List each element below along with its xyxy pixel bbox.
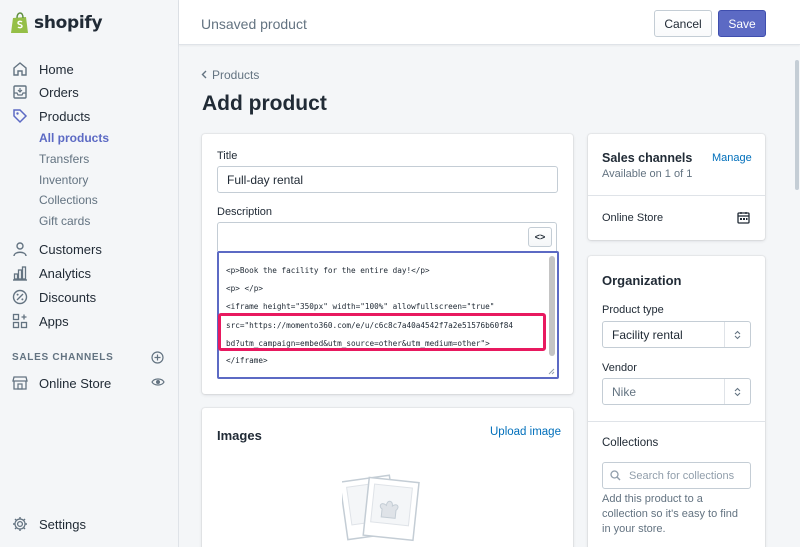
editor-toolbar: <> [217, 222, 557, 251]
url-highlight-box [218, 313, 546, 351]
collections-help-line: in your store. [602, 523, 666, 535]
organization-card: Organization Product type Facility renta… [588, 256, 765, 547]
sidebar-item-orders[interactable]: Orders [12, 84, 79, 100]
select-arrows-icon [724, 322, 750, 347]
code-line: <iframe height="350px" width="100%" allo… [226, 302, 495, 311]
brand-name: shopify [34, 13, 103, 33]
page-scrollbar[interactable] [795, 60, 799, 190]
editor-scrollbar[interactable] [549, 256, 555, 356]
availability-text: Available on 1 of 1 [602, 168, 693, 180]
collections-search-input[interactable]: Search for collections [602, 462, 751, 489]
person-icon [12, 241, 28, 257]
home-icon [12, 61, 28, 77]
upload-image-link[interactable]: Upload image [490, 426, 561, 438]
code-line: <p>Book the facility for the entire day!… [226, 266, 430, 275]
sidebar-item-label: Products [39, 108, 91, 124]
gear-icon [12, 516, 28, 532]
sidebar-subitem-all-products[interactable]: All products [39, 131, 109, 145]
sidebar-subitem-collections[interactable]: Collections [39, 193, 98, 207]
sidebar-item-label: Settings [39, 516, 86, 532]
code-toggle-button[interactable]: <> [528, 227, 552, 247]
vendor-select[interactable]: Nike [602, 378, 751, 405]
apps-icon [12, 313, 28, 329]
eye-icon[interactable] [151, 376, 165, 391]
sales-channels-heading: Sales channels [602, 151, 693, 165]
breadcrumb[interactable]: Products [201, 68, 259, 82]
resize-handle-icon[interactable] [548, 368, 555, 375]
images-card: Images Upload image [202, 408, 573, 547]
sidebar-item-analytics[interactable]: Analytics [12, 265, 91, 281]
bar-chart-icon [12, 265, 28, 281]
collections-label: Collections [602, 437, 659, 449]
organization-heading: Organization [602, 273, 682, 288]
sidebar-item-apps[interactable]: Apps [12, 313, 69, 329]
product-details-card: Title Full-day rental Description <> <p>… [202, 134, 573, 394]
sidebar-subitem-gift-cards[interactable]: Gift cards [39, 214, 90, 228]
vendor-value: Nike [612, 384, 637, 399]
sidebar-item-customers[interactable]: Customers [12, 241, 102, 257]
chevron-left-icon [201, 68, 207, 82]
product-type-select[interactable]: Facility rental [602, 321, 751, 348]
search-icon [610, 470, 621, 481]
images-heading: Images [217, 428, 262, 443]
sidebar-item-home[interactable]: Home [12, 61, 74, 77]
divider [588, 421, 765, 422]
sidebar-item-online-store[interactable]: Online Store [12, 375, 111, 391]
breadcrumb-label: Products [212, 68, 260, 82]
sales-channels-section-title: SALES CHANNELS [12, 352, 114, 363]
sidebar-item-label: Apps [39, 313, 69, 329]
code-line: </iframe> [226, 356, 268, 365]
product-type-value: Facility rental [612, 327, 683, 342]
channel-online-store: Online Store [602, 212, 664, 224]
store-icon [12, 375, 28, 391]
sidebar-item-label: Orders [39, 84, 79, 100]
shopify-logo[interactable]: shopify [10, 12, 103, 34]
top-bar: Unsaved product Cancel Save [179, 0, 800, 45]
add-channel-icon[interactable] [151, 351, 164, 367]
discount-icon [12, 289, 28, 305]
sidebar-item-label: Online Store [39, 375, 112, 391]
vendor-label: Vendor [602, 362, 637, 374]
sidebar-item-label: Analytics [39, 265, 92, 281]
collections-help-line: collection so it's easy to find [602, 508, 739, 520]
sidebar-item-label: Customers [39, 241, 102, 257]
page-status-title: Unsaved product [201, 16, 307, 32]
manage-link[interactable]: Manage [712, 152, 752, 164]
product-type-label: Product type [602, 304, 664, 316]
sidebar-item-label: Home [39, 61, 74, 77]
sidebar-subitem-transfers[interactable]: Transfers [39, 152, 89, 166]
sidebar-item-settings[interactable]: Settings [12, 516, 86, 532]
select-arrows-icon [724, 379, 750, 404]
title-field[interactable]: Full-day rental [217, 166, 558, 193]
divider [588, 195, 765, 196]
collections-help-line: Add this product to a [602, 493, 703, 505]
shopify-bag-icon [11, 12, 28, 33]
collections-search-placeholder: Search for collections [629, 469, 735, 482]
save-button[interactable]: Save [718, 10, 766, 37]
sidebar-subitem-inventory[interactable]: Inventory [39, 173, 88, 187]
description-label: Description [217, 206, 273, 218]
sidebar-item-label: Discounts [39, 289, 97, 305]
page-title: Add product [202, 92, 327, 115]
sidebar-item-products[interactable]: Products [12, 108, 90, 124]
cancel-button[interactable]: Cancel [654, 10, 712, 37]
image-placeholder-icon [342, 474, 420, 542]
sales-channels-card: Sales channels Manage Available on 1 of … [588, 134, 765, 240]
sidebar-item-discounts[interactable]: Discounts [12, 289, 96, 305]
tag-icon [12, 108, 28, 124]
code-line: <p> </p> [226, 284, 264, 293]
sidebar: shopify Home Orders Products All product… [0, 0, 179, 547]
title-label: Title [217, 150, 238, 162]
orders-icon [12, 84, 28, 100]
calendar-icon[interactable] [737, 211, 750, 227]
